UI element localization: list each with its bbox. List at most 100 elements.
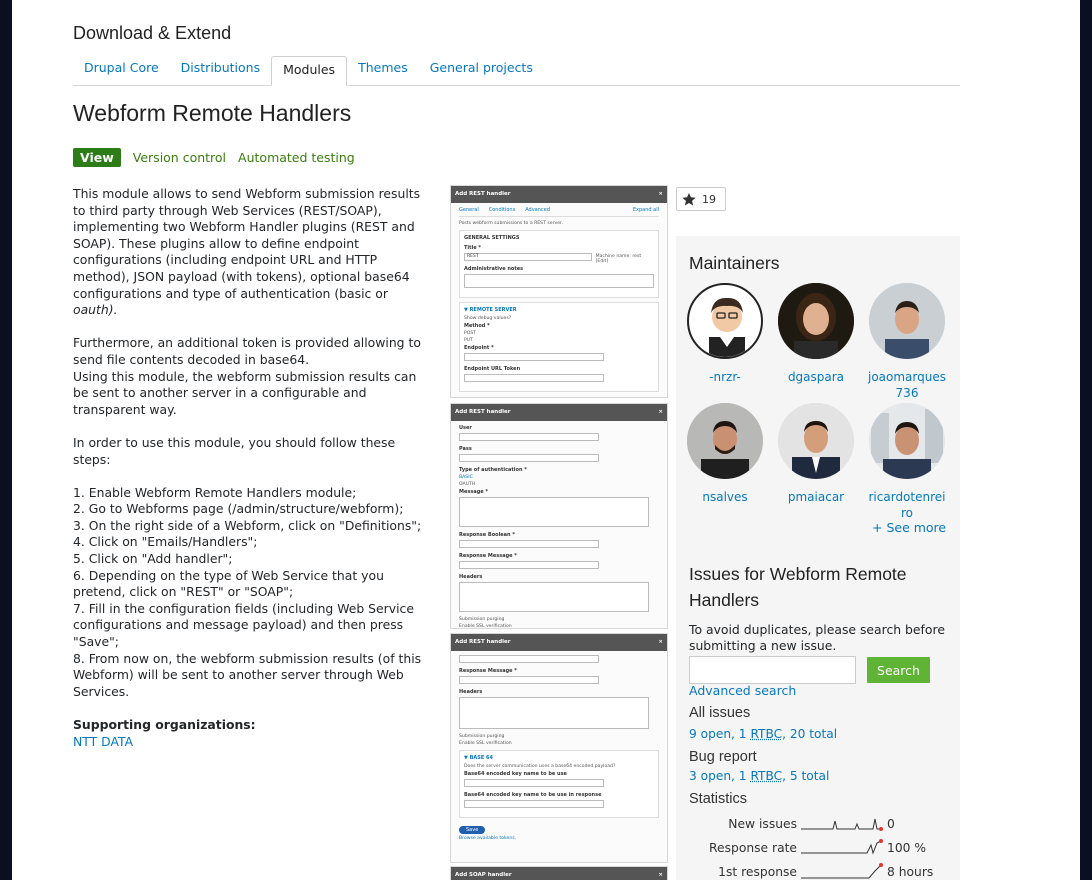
- shot-field: [459, 540, 599, 548]
- tab-drupal-core[interactable]: Drupal Core: [73, 56, 170, 86]
- step-line: Webform) will be sent to another server …: [73, 667, 404, 683]
- desc-line: method), JSON payload (with tokens), opt…: [73, 268, 410, 284]
- screenshot-rest-base64[interactable]: Add REST handler × Response Message * Hea…: [450, 633, 668, 863]
- maintainer-name[interactable]: -nrzr-: [680, 369, 770, 385]
- subtab-version-control[interactable]: Version control: [133, 150, 226, 165]
- all-rtbc-link[interactable]: RTBC: [750, 727, 782, 741]
- maintainer[interactable]: ricardotenrei ro: [862, 403, 952, 521]
- desc-line: This module allows to send Webform submi…: [73, 186, 421, 201]
- shot-label: Response Boolean *: [459, 532, 515, 538]
- shot-label: Response Message *: [459, 668, 517, 674]
- maintainer-name[interactable]: ricardotenrei ro: [862, 489, 952, 521]
- shot-field: REST: [464, 253, 592, 261]
- maintainer[interactable]: joaomarques 736: [862, 283, 952, 401]
- bug-open-link[interactable]: 3 open: [689, 769, 731, 783]
- maintainer[interactable]: pmaiacar: [771, 403, 861, 505]
- shot-field: [459, 454, 599, 462]
- shot-label: Response Message *: [459, 553, 517, 559]
- all-rtbc-count[interactable]: 1: [739, 727, 747, 741]
- maintainers-title: Maintainers: [689, 253, 780, 273]
- avatar: [869, 283, 945, 359]
- shot-section: ▼ BASE 64: [464, 755, 493, 761]
- shot-option: Submission purging: [459, 734, 505, 739]
- shot-machine: Machine name: rest [Edit]: [595, 253, 642, 264]
- star-button[interactable]: 19: [676, 187, 726, 211]
- stat-value: 100 %: [887, 841, 927, 855]
- step-line: configurations and message payload) and …: [73, 617, 404, 633]
- shot-option: Does the server communication uses a bas…: [464, 764, 616, 769]
- maintainer-name[interactable]: joaomarques 736: [862, 369, 952, 401]
- shot-label: Endpoint *: [464, 345, 494, 351]
- shot-title: Add REST handler: [455, 639, 511, 645]
- shot-label: Type of authentication *: [459, 467, 527, 473]
- step-line: Services.: [73, 683, 130, 699]
- shot-label: Method *: [464, 323, 490, 329]
- desc-line: implementing two Webform Handler plugins…: [73, 219, 415, 235]
- project-subtabs: View Version control Automated testing: [73, 148, 355, 167]
- bug-rtbc-count[interactable]: 1: [739, 769, 747, 783]
- shot-option: POST: [464, 331, 477, 336]
- desc-line: oauth).: [73, 302, 118, 318]
- subtab-automated-testing[interactable]: Automated testing: [238, 150, 355, 165]
- see-more-link[interactable]: + See more: [872, 520, 946, 535]
- maintainer[interactable]: dgaspara: [771, 283, 861, 385]
- shot-field: [459, 433, 599, 441]
- page-title: Webform Remote Handlers: [73, 100, 352, 126]
- shot-label: Headers: [459, 574, 483, 580]
- shot-textarea: [459, 582, 649, 612]
- maintainer-name[interactable]: nsalves: [680, 489, 770, 505]
- shot-section: ▼ REMOTE SERVER: [464, 307, 517, 313]
- shot-label: User: [459, 425, 472, 431]
- shot-label: Message *: [459, 489, 489, 495]
- screenshot-rest-auth[interactable]: Add REST handler × User Pass Type of auth…: [450, 403, 668, 629]
- bug-rtbc-link[interactable]: RTBC: [750, 769, 782, 783]
- stat-value: 0: [887, 817, 895, 831]
- maintainer[interactable]: -nrzr-: [680, 283, 770, 385]
- shot-field: [464, 779, 604, 787]
- all-total-link[interactable]: 20 total: [790, 727, 837, 741]
- all-issues-counts: 9 open, 1 RTBC, 20 total: [689, 727, 838, 741]
- all-open-link[interactable]: 9 open: [689, 727, 731, 741]
- shot-field: [464, 374, 604, 382]
- shot-title: Add REST handler: [455, 409, 511, 415]
- issues-title: Issues for Webform Remote: [689, 564, 907, 584]
- issue-search-input[interactable]: [689, 656, 856, 684]
- statistics-heading: Statistics: [689, 791, 748, 807]
- bug-total-link[interactable]: 5 total: [790, 769, 830, 783]
- shot-tab: Advanced: [525, 207, 550, 213]
- shot-save-button: Save: [459, 826, 486, 834]
- maintainer-name[interactable]: pmaiacar: [771, 489, 861, 505]
- screenshot-rest-general[interactable]: Add REST handler × General Conditions Advan…: [450, 185, 668, 398]
- shot-option: Enable SSL verification: [459, 624, 512, 629]
- section-title: Download & Extend: [73, 23, 232, 43]
- desc-line: configurations and type of authenticatio…: [73, 285, 388, 301]
- bug-report-heading: Bug report: [689, 749, 757, 765]
- maintainer[interactable]: nsalves: [680, 403, 770, 505]
- desc-line: be sent to another server in a configura…: [73, 385, 367, 401]
- desc-line: SOAP). These plugins allow to define end…: [73, 235, 359, 251]
- desc-line: Using this module, the webform submissio…: [73, 368, 417, 384]
- first-response-sparkline: [801, 863, 883, 879]
- page: Download & Extend Drupal Core Distributi…: [12, 0, 1080, 880]
- shot-option: BASIC: [459, 475, 473, 480]
- supporting-org-link[interactable]: NTT DATA: [73, 734, 429, 751]
- shot-section: GENERAL SETTINGS: [464, 235, 520, 241]
- issues-intro: To avoid duplicates, please search befor…: [689, 622, 945, 653]
- shot-option: OAUTH: [459, 482, 476, 487]
- desc-line: In order to use this module, you should …: [73, 434, 396, 450]
- tab-distributions[interactable]: Distributions: [170, 56, 271, 86]
- subtab-view[interactable]: View: [73, 148, 121, 167]
- tab-modules[interactable]: Modules: [271, 56, 348, 86]
- maintainer-name[interactable]: dgaspara: [771, 369, 861, 385]
- avatar: [778, 283, 854, 359]
- shot-title: Add SOAP handler: [455, 872, 512, 878]
- search-button[interactable]: Search: [867, 657, 930, 683]
- advanced-search-link[interactable]: Advanced search: [689, 683, 796, 698]
- shot-label: Pass: [459, 446, 472, 452]
- tab-themes[interactable]: Themes: [347, 56, 419, 86]
- stat-label: 1st response: [718, 865, 797, 879]
- stat-label: Response rate: [709, 841, 797, 855]
- screenshot-soap[interactable]: Add SOAP handler ×: [450, 866, 668, 880]
- tab-general-projects[interactable]: General projects: [419, 56, 544, 86]
- desc-line: configurations (including endpoint URL a…: [73, 252, 378, 268]
